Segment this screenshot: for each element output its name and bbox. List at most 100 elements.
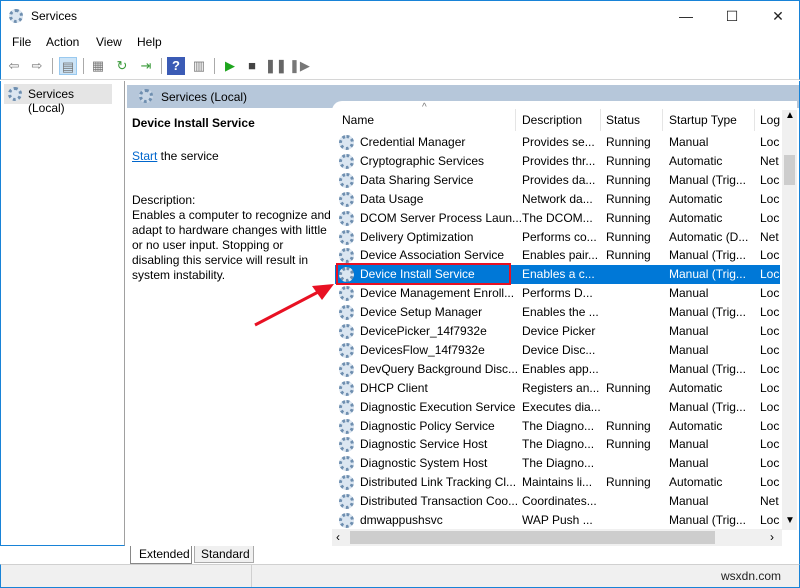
tab-extended[interactable]: Extended — [130, 546, 192, 564]
column-log-on-as[interactable]: Log — [760, 113, 780, 127]
column-name[interactable]: Name — [342, 113, 374, 127]
service-description: Executes dia... — [522, 400, 601, 414]
service-gear-icon — [339, 362, 354, 377]
start-link-suffix: the service — [157, 149, 218, 163]
column-startup-type[interactable]: Startup Type — [669, 113, 737, 127]
service-name: Diagnostic System Host — [360, 456, 487, 470]
service-name: Distributed Transaction Coo... — [360, 494, 518, 508]
service-log-on-as: Net — [760, 230, 779, 244]
close-button[interactable]: ✕ — [755, 1, 800, 31]
menu-file[interactable]: File — [12, 35, 31, 49]
service-startup-type: Manual — [669, 343, 708, 357]
restart-service-icon[interactable]: ❚▶ — [289, 57, 307, 75]
service-gear-icon — [339, 305, 354, 320]
title-bar: Services — ☐ ✕ — [0, 0, 800, 32]
service-row[interactable]: Credential ManagerProvides se...RunningM… — [335, 133, 780, 152]
help-icon[interactable]: ? — [167, 57, 185, 75]
start-service-link[interactable]: Start — [132, 149, 157, 163]
service-gear-icon — [339, 437, 354, 452]
toolbar: ⇦ ⇨ ▤ ▦ ↻ ⇥ ? ▥ ▶ ■ ❚❚ ❚▶ — [0, 52, 800, 80]
red-arrow-annotation — [250, 280, 340, 330]
service-name: DevicesFlow_14f7932e — [360, 343, 485, 357]
highlight-box-annotation — [336, 263, 511, 285]
service-status: Running — [606, 419, 651, 433]
service-description: Provides se... — [522, 135, 595, 149]
show-hide-tree-icon[interactable]: ▤ — [59, 57, 77, 75]
service-row[interactable]: DHCP ClientRegisters an...RunningAutomat… — [335, 379, 780, 398]
service-log-on-as: Loc — [760, 305, 779, 319]
service-name: DevicePicker_14f7932e — [360, 324, 487, 338]
tab-standard[interactable]: Standard — [194, 546, 254, 563]
forward-icon[interactable]: ⇨ — [28, 57, 46, 75]
service-row[interactable]: Data Sharing ServiceProvides da...Runnin… — [335, 171, 780, 190]
service-log-on-as: Loc — [760, 324, 779, 338]
column-description[interactable]: Description — [522, 113, 582, 127]
horizontal-scrollbar[interactable]: ‹ › — [332, 529, 782, 546]
service-name: Diagnostic Policy Service — [360, 419, 495, 433]
tree-item-services-local[interactable]: Services (Local) — [4, 84, 112, 104]
service-row[interactable]: Diagnostic Service HostThe Diagno...Runn… — [335, 435, 780, 454]
service-row[interactable]: Diagnostic System HostThe Diagno...Manua… — [335, 454, 780, 473]
service-row[interactable]: Diagnostic Policy Service The Diagno... Ru… — [335, 417, 780, 436]
service-row[interactable]: Cryptographic ServicesProvides thr...Run… — [335, 152, 780, 171]
scroll-up-icon[interactable]: ▲ — [785, 110, 795, 121]
menu-action[interactable]: Action — [46, 35, 79, 49]
column-status[interactable]: Status — [606, 113, 640, 127]
menu-help[interactable]: Help — [137, 35, 162, 49]
minimize-button[interactable]: — — [663, 1, 709, 31]
service-description: Registers an... — [522, 381, 599, 395]
service-name: Cryptographic Services — [360, 154, 484, 168]
service-row[interactable]: DevicePicker_14f7932eDevice PickerManual… — [335, 322, 780, 341]
service-row[interactable]: DevicesFlow_14f7932eDevice Disc...Manual… — [335, 341, 780, 360]
back-icon[interactable]: ⇦ — [5, 57, 23, 75]
service-description: The Diagno... — [522, 456, 594, 470]
service-gear-icon — [339, 173, 354, 188]
service-startup-type: Manual — [669, 437, 708, 451]
pause-service-icon[interactable]: ❚❚ — [265, 57, 283, 75]
service-row[interactable]: Distributed Transaction Coo...Coordinate… — [335, 492, 780, 511]
service-description: The Diagno... — [522, 419, 594, 433]
service-log-on-as: Loc — [760, 400, 779, 414]
service-gear-icon — [339, 400, 354, 415]
scroll-left-icon[interactable]: ‹ — [336, 530, 340, 544]
scroll-right-icon[interactable]: › — [770, 530, 774, 544]
service-row[interactable]: DevQuery Background Disc...Enables app..… — [335, 360, 780, 379]
export-list-icon[interactable]: ⇥ — [137, 57, 155, 75]
service-startup-type: Manual (Trig... — [669, 173, 746, 187]
properties-icon[interactable]: ▦ — [89, 57, 107, 75]
service-description: WAP Push ... — [522, 513, 593, 527]
service-row[interactable]: dmwappushsvcWAP Push ...Manual (Trig...L… — [335, 511, 780, 530]
vertical-scrollbar[interactable]: ▲ ▼ — [782, 110, 797, 530]
service-row[interactable]: Diagnostic Execution ServiceExecutes dia… — [335, 398, 780, 417]
description-label: Description: — [132, 193, 195, 207]
service-row[interactable]: DCOM Server Process Laun...The DCOM...Ru… — [335, 209, 780, 228]
service-startup-type: Automatic — [669, 381, 722, 395]
service-row[interactable]: Data UsageNetwork da...RunningAutomaticL… — [335, 190, 780, 209]
vertical-scroll-thumb[interactable] — [784, 155, 795, 185]
scroll-down-icon[interactable]: ▼ — [785, 515, 795, 526]
service-row[interactable]: Delivery OptimizationPerforms co...Runni… — [335, 228, 780, 247]
service-status: Running — [606, 173, 651, 187]
service-name: Device Management Enroll... — [360, 286, 514, 300]
menu-view[interactable]: View — [96, 35, 122, 49]
service-log-on-as: Loc — [760, 192, 779, 206]
service-row[interactable]: Device Setup ManagerEnables the ...Manua… — [335, 303, 780, 322]
service-startup-type: Automatic — [669, 211, 722, 225]
service-startup-type: Automatic — [669, 419, 722, 433]
horizontal-scroll-thumb[interactable] — [350, 531, 715, 544]
service-row[interactable]: Distributed Link Tracking Cl...Maintains… — [335, 473, 780, 492]
sort-ascending-icon: ^ — [422, 102, 427, 113]
maximize-button[interactable]: ☐ — [709, 1, 755, 31]
refresh-icon[interactable]: ↻ — [113, 57, 131, 75]
action-pane-icon[interactable]: ▥ — [190, 57, 208, 75]
service-description: Performs co... — [522, 230, 597, 244]
service-log-on-as: Loc — [760, 437, 779, 451]
service-row[interactable]: Device Install ServiceEnables a c...Manu… — [335, 265, 780, 284]
service-row[interactable]: Device Management Enroll...Performs D...… — [335, 284, 780, 303]
service-log-on-as: Net — [760, 494, 779, 508]
stop-service-icon[interactable]: ■ — [243, 57, 261, 75]
service-gear-icon — [339, 324, 354, 339]
service-gear-icon — [339, 494, 354, 509]
start-service-icon[interactable]: ▶ — [221, 57, 239, 75]
service-status: Running — [606, 230, 651, 244]
